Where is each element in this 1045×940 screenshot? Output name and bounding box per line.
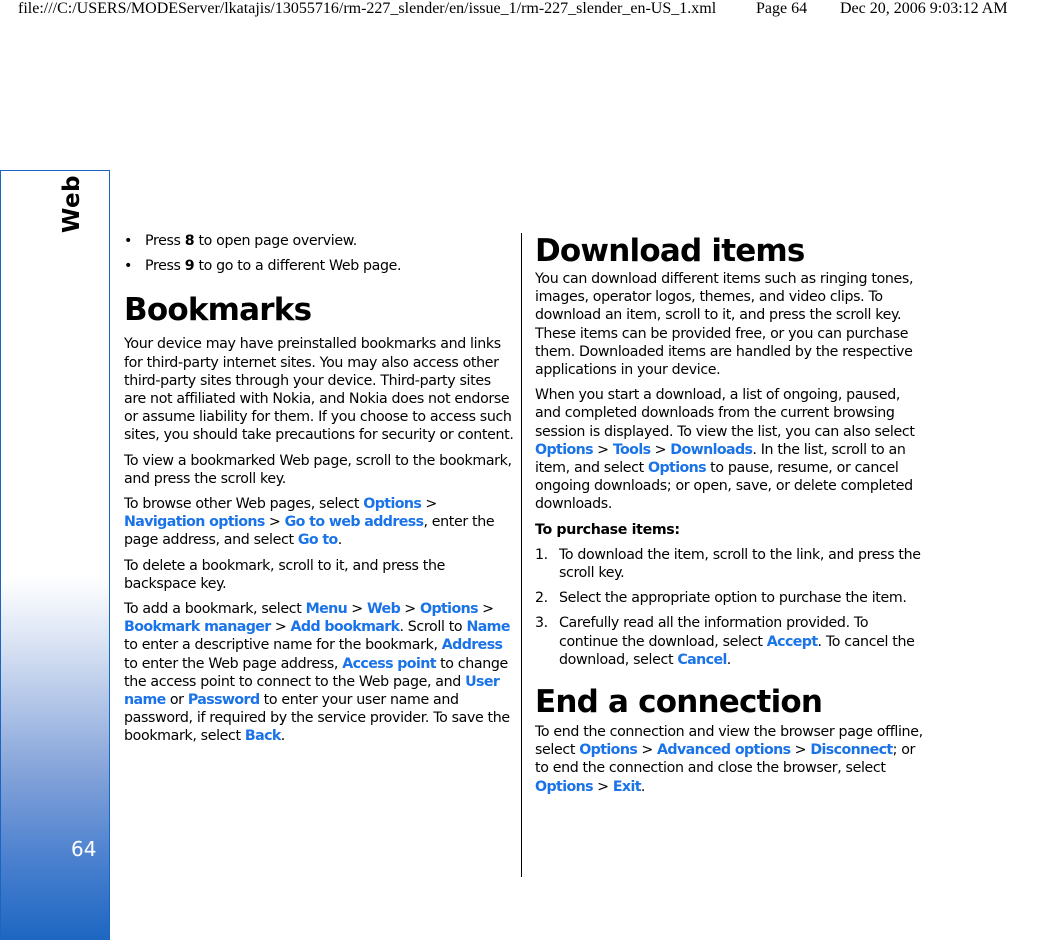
list-item: 3. Carefully read all the information pro… <box>535 615 915 668</box>
bookmarks-intro-paragraph: Your device may have preinstalled bookma… <box>124 336 514 444</box>
key-label: 9 <box>184 258 195 275</box>
link-password[interactable]: Password <box>188 692 260 708</box>
link-accept[interactable]: Accept <box>767 634 818 650</box>
section-label: Web <box>59 174 85 233</box>
key-label: 8 <box>184 233 195 249</box>
left-column: • Press 8 to open page overview. • Press 9… <box>124 232 516 753</box>
link-menu[interactable]: Menu <box>306 601 348 617</box>
link-cancel[interactable]: Cancel <box>677 652 727 668</box>
link-downloads[interactable]: Downloads <box>670 442 753 458</box>
link-go-to-web-address[interactable]: Go to web address <box>285 514 424 530</box>
link-tools[interactable]: Tools <box>613 442 651 458</box>
page-indicator: Page 64 <box>756 0 808 17</box>
bookmarks-heading: Bookmarks <box>124 292 312 329</box>
link-options[interactable]: Options <box>363 496 422 512</box>
link-options[interactable]: Options <box>420 601 479 617</box>
right-column: Download items You can download differen… <box>535 232 927 803</box>
link-options[interactable]: Options <box>648 460 707 476</box>
link-bookmark-manager[interactable]: Bookmark manager <box>124 619 271 635</box>
list-item: • Press 8 to open page overview. <box>124 233 357 249</box>
column-divider <box>521 233 522 877</box>
section-side-tab: Web 64 <box>0 170 110 940</box>
link-advanced-options[interactable]: Advanced options <box>657 742 791 758</box>
delete-bookmark-paragraph: To delete a bookmark, scroll to it, and … <box>124 557 445 592</box>
link-web[interactable]: Web <box>367 601 401 617</box>
link-options[interactable]: Options <box>535 779 594 795</box>
link-disconnect[interactable]: Disconnect <box>810 742 893 758</box>
end-connection-heading: End a connection <box>535 684 823 721</box>
link-address[interactable]: Address <box>442 637 503 653</box>
link-exit[interactable]: Exit <box>613 779 642 795</box>
print-datetime: Dec 20, 2006 9:03:12 AM <box>840 0 1008 17</box>
link-go-to[interactable]: Go to <box>298 532 338 548</box>
purchase-steps-list: 1. To download the item, scroll to the li… <box>535 546 927 669</box>
downloads-list-paragraph: When you start a download, a list of ong… <box>535 387 915 513</box>
link-add-bookmark[interactable]: Add bookmark <box>291 619 401 635</box>
page-number: 64 <box>71 837 97 861</box>
link-navigation-options[interactable]: Navigation options <box>124 514 265 530</box>
list-item: • Press 9 to go to a different Web page. <box>124 258 402 275</box>
link-access-point[interactable]: Access point <box>342 656 436 672</box>
download-intro-paragraph: You can download different items such as… <box>535 271 914 379</box>
end-connection-paragraph: To end the connection and view the brows… <box>535 724 923 795</box>
link-options[interactable]: Options <box>535 442 594 458</box>
view-bookmark-paragraph: To view a bookmarked Web page, scroll to… <box>124 452 512 487</box>
link-back[interactable]: Back <box>245 728 281 744</box>
add-bookmark-paragraph: To add a bookmark, select Menu > Web > O… <box>124 601 510 745</box>
browse-pages-paragraph: To browse other Web pages, select Option… <box>124 496 495 549</box>
print-header: file:///C:/USERS/MODEServer/lkatajis/130… <box>0 0 1045 20</box>
purchase-items-subheading: To purchase items: <box>535 521 680 538</box>
link-options[interactable]: Options <box>579 742 638 758</box>
link-name[interactable]: Name <box>466 619 510 635</box>
list-item: 2. Select the appropriate option to purch… <box>535 590 907 607</box>
list-item: 1. To download the item, scroll to the li… <box>535 546 921 582</box>
download-items-heading: Download items <box>535 233 805 269</box>
file-url: file:///C:/USERS/MODEServer/lkatajis/130… <box>18 0 717 17</box>
bullet-icon: • <box>124 258 133 275</box>
key-shortcut-list: • Press 8 to open page overview. • Press 9… <box>124 232 516 275</box>
bullet-icon: • <box>124 233 133 249</box>
